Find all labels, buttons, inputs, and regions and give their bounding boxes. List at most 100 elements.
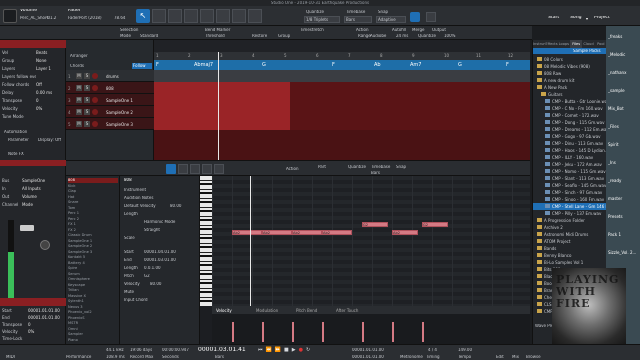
mute-button[interactable]: M <box>76 73 82 79</box>
sound-item[interactable]: Tom <box>68 206 118 211</box>
browser-item[interactable]: CMP - Stell Lane - Gm 146 harmonic <box>533 203 607 210</box>
browser-item[interactable]: CMP - Dreams - 112 Em.wav <box>533 126 607 133</box>
range-tool-button[interactable] <box>152 9 166 23</box>
desktop-icon-label[interactable]: Spirit <box>608 142 640 147</box>
record-arm-button[interactable] <box>92 97 98 103</box>
browser-item[interactable]: ATOM Project <box>533 238 607 245</box>
sound-item[interactable]: SampleOne 1 <box>68 239 118 244</box>
browser-item[interactable]: Astronomi Midi Drums <box>533 231 607 238</box>
output-button[interactable]: Output <box>432 28 452 32</box>
velocity-bar[interactable] <box>322 322 324 342</box>
note-pitch-value[interactable]: G2 <box>144 274 164 278</box>
editor-action-button[interactable]: Action <box>286 167 306 171</box>
record-arm-button[interactable] <box>92 109 98 115</box>
track-header[interactable]: 3 M S SampleOne 1 <box>66 94 154 106</box>
browser-item[interactable]: Guitars <box>533 91 607 98</box>
editor-eraser-button[interactable] <box>190 164 200 174</box>
inspector-row-value[interactable]: Beats <box>36 50 64 55</box>
chord-label[interactable]: Abmaj7 <box>194 62 213 68</box>
timebase-select[interactable]: Bars <box>344 16 372 23</box>
mute-button[interactable]: M <box>76 97 82 103</box>
inspector-row-value[interactable]: 0 <box>36 98 64 103</box>
inspector-row-value[interactable]: None <box>36 58 64 63</box>
project-button[interactable]: Project <box>594 16 618 21</box>
browser-item[interactable]: 808 Raw <box>533 70 607 77</box>
event-row-value[interactable]: 00001.01.01.00 <box>28 308 64 313</box>
chord-label[interactable]: Ab <box>374 62 381 68</box>
note-start-value[interactable]: 00001.04.01.00 <box>144 250 194 254</box>
editor-bars-value[interactable]: Bars <box>371 171 391 175</box>
browser-item[interactable]: CMP - Seaflo - 145 Gm.wav <box>533 182 607 189</box>
event-row-value[interactable]: 0% <box>28 329 64 334</box>
paint-tool-button[interactable] <box>200 9 214 23</box>
browser-item[interactable]: CMP - Comet - 172.wav <box>533 112 607 119</box>
note-mute-label[interactable]: Mute <box>124 290 144 294</box>
editor-arrow-button[interactable] <box>166 164 176 174</box>
eraser-tool-button[interactable] <box>184 9 198 23</box>
chord-label[interactable]: F <box>156 62 159 68</box>
desktop-icon-label[interactable]: _sample <box>608 88 640 93</box>
time-signature[interactable]: 4 / 4 <box>428 348 448 352</box>
sound-item[interactable]: Massive X <box>68 294 118 299</box>
play-icon[interactable]: ▶ <box>292 348 296 358</box>
drums-region[interactable] <box>154 70 530 82</box>
region-808-dark[interactable] <box>290 82 530 130</box>
browser-item[interactable]: CMP - Dinu - 113 Gm.wav <box>533 140 607 147</box>
bars-time[interactable]: 00001.03.01.41 <box>198 347 258 353</box>
sound-item[interactable]: FX 2 <box>68 228 118 233</box>
loop-icon[interactable]: ↻ <box>306 348 310 358</box>
velocity-bar[interactable] <box>292 322 294 342</box>
channel-fader[interactable] <box>20 225 34 231</box>
note-event[interactable]: Ab2 <box>392 230 418 235</box>
browser-item[interactable]: CMP - Butta - Gtr Loonie.wav <box>533 98 607 105</box>
velocity-bar[interactable] <box>422 322 424 342</box>
desktop-icon-label[interactable]: _ready <box>608 178 640 183</box>
event-row-value[interactable]: 00001.01.01.00 <box>28 315 64 320</box>
chord-label[interactable]: G <box>262 62 266 68</box>
loop-start[interactable]: 00001.01.01.00 <box>352 348 392 352</box>
browser-item[interactable]: A new drum kit <box>533 77 607 84</box>
breadcrumb-text[interactable]: Sample Packs <box>573 49 607 53</box>
split-tool-button[interactable] <box>168 9 182 23</box>
note-event[interactable]: Ab2 <box>262 230 292 235</box>
chord-label[interactable]: F <box>332 62 335 68</box>
sound-item[interactable]: Battery 4 <box>68 261 118 266</box>
sound-item[interactable]: SampleOne 3 <box>68 250 118 255</box>
note-end-value[interactable]: 00001.03.01.00 <box>144 258 194 262</box>
browser-item[interactable]: 08 Melodic Vibes (908) <box>533 63 607 70</box>
browser-item[interactable]: CMP - Slant - 113 Gm.wav <box>533 175 607 182</box>
mute-button[interactable]: M <box>76 121 82 127</box>
browser-item[interactable]: A New Pack <box>533 84 607 91</box>
sound-item[interactable]: PhoenixS <box>68 316 118 321</box>
sound-item[interactable]: Sampler <box>68 332 118 337</box>
forward-icon[interactable]: ⏩ <box>275 348 281 358</box>
return-zero-icon[interactable]: ⏮ <box>258 348 263 358</box>
track-header[interactable]: 1 M Sdrums <box>66 70 154 82</box>
chord-label[interactable]: Am7 <box>410 62 421 68</box>
browser-item[interactable]: 08 Colors <box>533 56 607 63</box>
note-velocity-value[interactable]: 80.00 <box>150 282 174 286</box>
velocity-bar[interactable] <box>392 322 394 342</box>
automation-lane-tab[interactable]: Pitch Bend <box>296 308 334 313</box>
automation-lane-tab[interactable]: Modulation <box>256 308 294 313</box>
desktop-icon-label[interactable]: _freaks <box>608 34 640 39</box>
desktop-icon-label[interactable]: _Ins <box>608 160 640 165</box>
editor-mute-button[interactable] <box>202 164 212 174</box>
solo-button[interactable]: S <box>84 97 90 103</box>
sound-item[interactable]: Sylenth1 <box>68 299 118 304</box>
browser-item[interactable]: CMP - ILLY - 160.wav <box>533 154 607 161</box>
sound-item[interactable]: Classic Drum <box>68 233 118 238</box>
merge-button[interactable]: Merge <box>412 28 432 32</box>
record-icon[interactable]: ● <box>299 348 303 358</box>
mute-tool-button[interactable] <box>216 9 230 23</box>
sound-item[interactable]: Clap <box>68 189 118 194</box>
automation-lane-tab[interactable]: Velocity <box>216 308 254 313</box>
browser-item[interactable]: CMP - Sinoo - 160 Fm.wav <box>533 196 607 203</box>
velocity-bar[interactable] <box>362 322 364 342</box>
browser-item[interactable]: CMP - Pilly - 137 Em.wav <box>533 210 607 217</box>
sound-item[interactable]: Perc 1 <box>68 211 118 216</box>
sound-item[interactable]: MSTR <box>68 321 118 326</box>
bend-tool-button[interactable] <box>232 9 246 23</box>
snap-select[interactable]: Adaptive <box>376 16 406 23</box>
channel-row-value[interactable]: All Inputs <box>22 186 62 191</box>
